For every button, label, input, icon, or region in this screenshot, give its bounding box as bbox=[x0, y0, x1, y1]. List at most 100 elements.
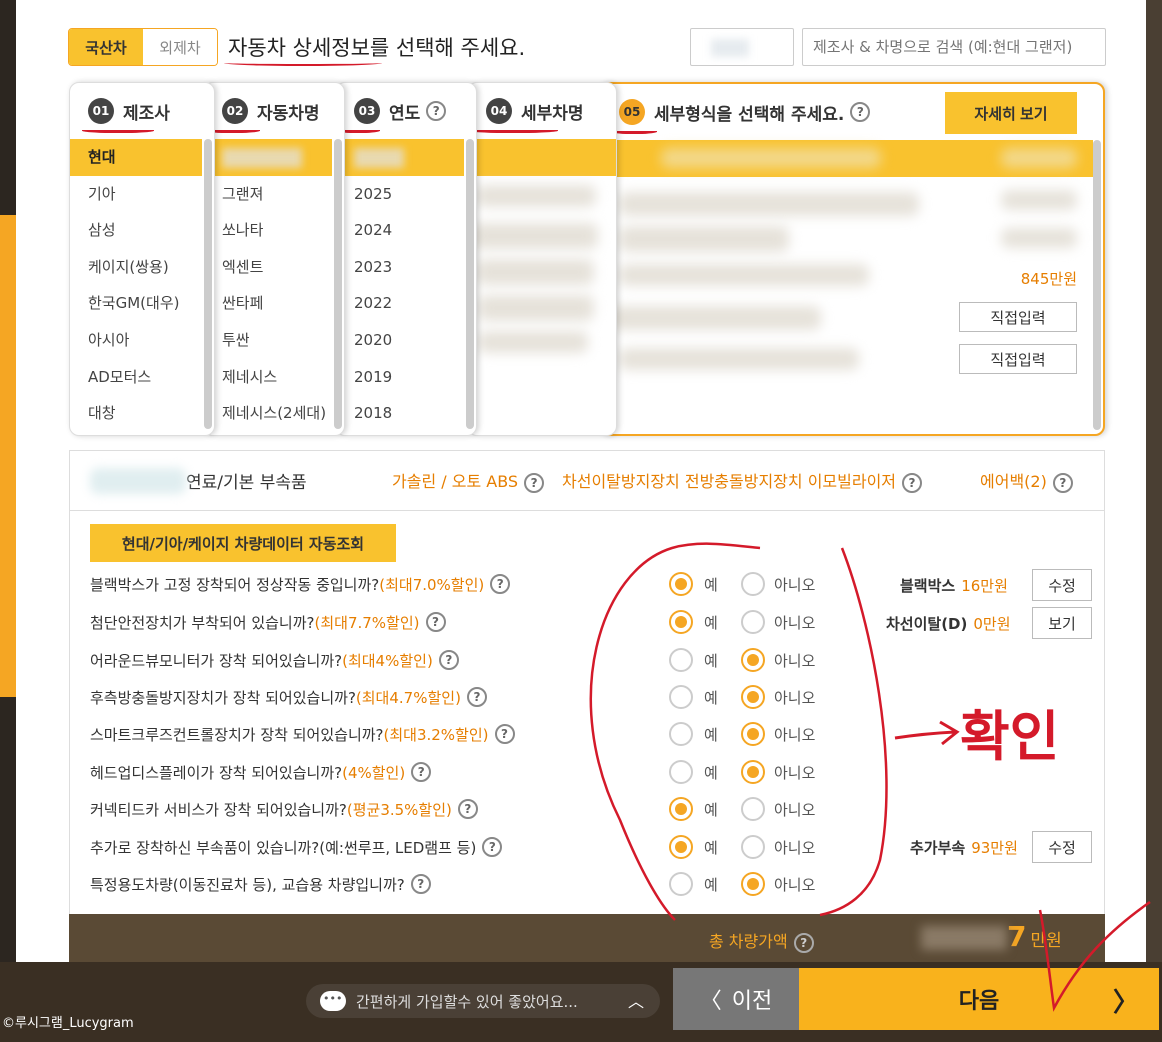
detail-type-header: 05 세부형식을 선택해 주세요. ? 자세히 보기 bbox=[601, 84, 1103, 140]
list-item[interactable]: 제네시스 bbox=[204, 359, 332, 396]
help-icon[interactable]: ? bbox=[1052, 472, 1073, 493]
year-list: 2025 2024 2023 2022 2020 2019 2018 bbox=[336, 139, 464, 432]
chevron-up-icon[interactable]: ︿ bbox=[628, 988, 644, 1012]
prev-button[interactable]: 〈 이전 bbox=[673, 968, 799, 1030]
scrollbar[interactable] bbox=[334, 139, 342, 429]
help-icon[interactable]: ? bbox=[793, 932, 814, 953]
list-item[interactable]: 현대 bbox=[70, 139, 202, 176]
fuel-info: 가솔린 / 오토 ABS? bbox=[392, 468, 545, 493]
scrollbar[interactable] bbox=[1093, 140, 1101, 430]
extra-info: 추가부속 93만원 bbox=[910, 837, 1018, 858]
list-item[interactable]: 엑센트 bbox=[204, 249, 332, 286]
domestic-tab[interactable]: 국산차 bbox=[69, 29, 143, 65]
list-item[interactable]: 2019 bbox=[336, 359, 464, 396]
blurred-item bbox=[472, 223, 598, 249]
scrollbar[interactable] bbox=[204, 139, 212, 429]
help-icon[interactable]: ? bbox=[425, 612, 446, 632]
list-item[interactable]: 그랜져 bbox=[204, 176, 332, 213]
import-tab[interactable]: 외제차 bbox=[143, 29, 217, 65]
list-item[interactable]: 2018 bbox=[336, 395, 464, 432]
help-icon[interactable]: ? bbox=[482, 837, 503, 857]
step-badge: 03 bbox=[354, 98, 380, 124]
question-text: 커넥티드카 서비스가 장착 되어있습니까? bbox=[90, 800, 347, 819]
question-row: 후측방충돌방지장치가 장착 되어있습니까? (최대4.7%할인)? bbox=[90, 682, 487, 712]
edit-blackbox-button[interactable]: 수정 bbox=[1032, 569, 1092, 601]
list-item[interactable]: 2022 bbox=[336, 285, 464, 322]
help-icon[interactable]: ? bbox=[466, 687, 487, 707]
radio-no[interactable] bbox=[741, 648, 765, 672]
help-icon[interactable]: ? bbox=[410, 874, 431, 894]
help-icon[interactable]: ? bbox=[457, 799, 478, 819]
list-item[interactable] bbox=[204, 139, 332, 176]
view-lane-button[interactable]: 보기 bbox=[1032, 607, 1092, 639]
help-icon[interactable]: ? bbox=[426, 101, 447, 121]
help-icon[interactable]: ? bbox=[438, 650, 459, 670]
radio-no[interactable] bbox=[741, 797, 765, 821]
prev-label: 이전 bbox=[731, 989, 773, 1014]
radio-yes[interactable] bbox=[669, 835, 693, 859]
year-column: 03 연도 ? 2025 2024 2023 2022 2020 2019 20… bbox=[335, 82, 477, 436]
list-item[interactable]: 쏘나타 bbox=[204, 212, 332, 249]
list-item[interactable] bbox=[336, 139, 464, 176]
radio-no[interactable] bbox=[741, 835, 765, 859]
list-item[interactable]: 2025 bbox=[336, 176, 464, 213]
list-item[interactable]: 2023 bbox=[336, 249, 464, 286]
search-input[interactable] bbox=[802, 28, 1106, 66]
radio-yes[interactable] bbox=[669, 872, 693, 896]
list-item[interactable]: 아시아 bbox=[70, 322, 202, 359]
radio-no[interactable] bbox=[741, 572, 765, 596]
help-icon[interactable]: ? bbox=[524, 472, 545, 493]
radio-yes[interactable] bbox=[669, 760, 693, 784]
help-icon[interactable]: ? bbox=[411, 762, 432, 782]
auto-lookup-button[interactable]: 현대/기아/케이지 차량데이터 자동조회 bbox=[90, 524, 396, 562]
radio-no[interactable] bbox=[741, 722, 765, 746]
direct-input-button[interactable]: 직접입력 bbox=[959, 344, 1077, 374]
help-icon[interactable]: ? bbox=[902, 472, 923, 493]
selected-row[interactable] bbox=[468, 139, 616, 176]
list-item[interactable]: 2020 bbox=[336, 322, 464, 359]
radio-no[interactable] bbox=[741, 872, 765, 896]
detail-name-column: 04 세부차명 bbox=[467, 82, 617, 436]
car-number-input[interactable] bbox=[690, 28, 794, 66]
help-icon[interactable]: ? bbox=[490, 574, 511, 594]
review-ticker[interactable]: 간편하게 가입할수 있어 좋았어요... ︿ bbox=[306, 984, 660, 1018]
radio-yes[interactable] bbox=[669, 572, 693, 596]
list-item[interactable]: 투싼 bbox=[204, 322, 332, 359]
list-item[interactable]: 케이지(쌍용) bbox=[70, 249, 202, 286]
radio-no[interactable] bbox=[741, 685, 765, 709]
radio-yes[interactable] bbox=[669, 648, 693, 672]
lane-price: 0만원 bbox=[973, 615, 1011, 633]
radio-yes[interactable] bbox=[669, 722, 693, 746]
radio-no-label: 아니오 bbox=[774, 614, 816, 632]
direct-input-button[interactable]: 직접입력 bbox=[959, 302, 1077, 332]
list-item[interactable]: 기아 bbox=[70, 176, 202, 213]
radio-no[interactable] bbox=[741, 610, 765, 634]
view-details-button[interactable]: 자세히 보기 bbox=[945, 92, 1077, 134]
red-underline-annotation bbox=[611, 128, 657, 134]
help-icon[interactable]: ? bbox=[850, 102, 871, 122]
watermark: ©루시그램_Lucygram bbox=[2, 1016, 134, 1031]
list-item[interactable]: 2024 bbox=[336, 212, 464, 249]
list-item[interactable]: 삼성 bbox=[70, 212, 202, 249]
list-item[interactable]: 한국GM(대우) bbox=[70, 285, 202, 322]
blackbox-info: 블랙박스 16만원 bbox=[900, 575, 1008, 596]
options-header-title: 연료/기본 부속품 bbox=[186, 473, 307, 493]
maker-column: 01 제조사 현대 기아 삼성 케이지(쌍용) 한국GM(대우) 아시아 AD모… bbox=[69, 82, 215, 436]
list-item[interactable]: AD모터스 bbox=[70, 359, 202, 396]
safety-info: 차선이탈방지장치 전방충돌방지장치 이모빌라이저? bbox=[562, 468, 923, 493]
detail-name-header: 04 세부차명 bbox=[468, 83, 616, 139]
radio-yes[interactable] bbox=[669, 797, 693, 821]
maker-list: 현대 기아 삼성 케이지(쌍용) 한국GM(대우) 아시아 AD모터스 대창 bbox=[70, 139, 202, 432]
list-item[interactable]: 싼타페 bbox=[204, 285, 332, 322]
help-icon[interactable]: ? bbox=[494, 724, 515, 744]
question-row: 스마트크루즈컨트롤장치가 장착 되어있습니까? (최대3.2%할인)? bbox=[90, 719, 515, 749]
scrollbar[interactable] bbox=[466, 139, 474, 429]
radio-yes[interactable] bbox=[669, 685, 693, 709]
edit-extra-button[interactable]: 수정 bbox=[1032, 831, 1092, 863]
list-item[interactable]: 제네시스(2세대) bbox=[204, 395, 332, 432]
radio-no[interactable] bbox=[741, 760, 765, 784]
radio-yes[interactable] bbox=[669, 610, 693, 634]
list-item[interactable]: 대창 bbox=[70, 395, 202, 432]
blurred-item bbox=[619, 348, 859, 370]
next-button[interactable]: 다음 〉 bbox=[799, 968, 1159, 1030]
